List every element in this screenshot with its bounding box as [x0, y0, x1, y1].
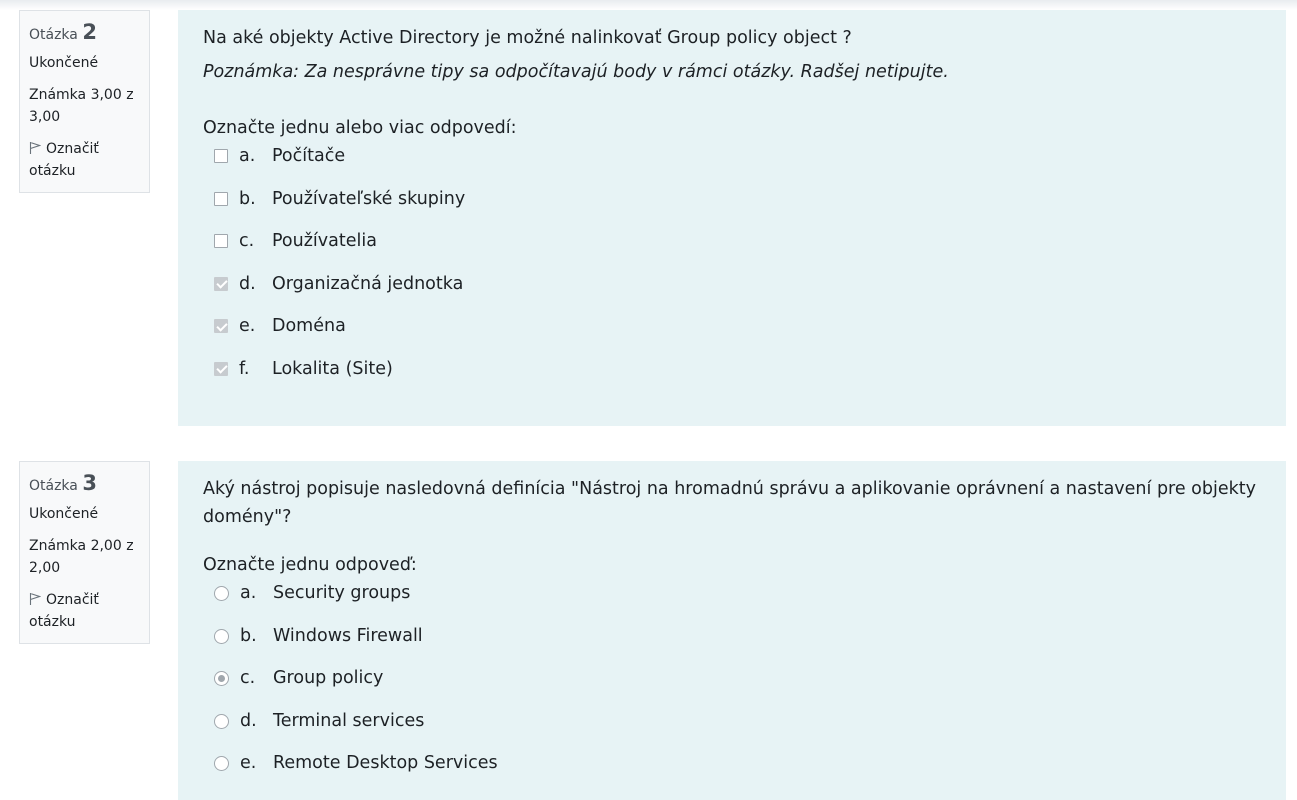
- option-letter: b.: [239, 188, 256, 209]
- option-text: Používatelia: [272, 231, 377, 251]
- question-grade: Známka 3,00 z 3,00: [29, 87, 134, 125]
- question-number: 3: [82, 471, 97, 495]
- option-text: Doména: [272, 316, 346, 336]
- answer-options: a. Security groups b. Windows Firewall c…: [203, 579, 1261, 792]
- question-info: Otázka 2 Ukončené Známka 3,00 z 3,00 Ozn…: [19, 10, 150, 193]
- question-info: Otázka 3 Ukončené Známka 2,00 z 2,00 Ozn…: [19, 461, 150, 644]
- answer-radio-selected[interactable]: [214, 671, 229, 686]
- answer-option-b[interactable]: b. Windows Firewall: [203, 622, 1261, 665]
- answer-checkbox[interactable]: [214, 191, 228, 206]
- answer-radio[interactable]: [214, 713, 229, 729]
- answer-option-f[interactable]: f. Lokalita (Site): [203, 355, 1261, 398]
- option-letter: a.: [240, 583, 257, 603]
- question-text: Na aké objekty Active Directory je možné…: [203, 28, 852, 48]
- question-label: Otázka: [29, 27, 78, 43]
- flag-icon: [29, 140, 42, 154]
- answer-option-c[interactable]: c. Používatelia: [203, 227, 1261, 270]
- option-text: Windows Firewall: [273, 625, 423, 646]
- answer-option-a[interactable]: a. Počítače: [203, 142, 1261, 185]
- page-top-shadow: [0, 0, 1297, 10]
- option-letter: d.: [240, 710, 257, 731]
- answer-option-b[interactable]: b. Používateľské skupiny: [203, 185, 1261, 228]
- option-text: Používateľské skupiny: [272, 188, 466, 209]
- option-letter: c.: [240, 668, 256, 688]
- answer-checkbox-checked[interactable]: [214, 319, 228, 333]
- answer-option-c[interactable]: c. Group policy: [203, 664, 1261, 707]
- flag-question-link[interactable]: Označiť otázku: [29, 138, 140, 182]
- answer-option-d[interactable]: d. Organizačná jednotka: [203, 270, 1261, 313]
- answer-radio[interactable]: [214, 756, 229, 771]
- question-grade: Známka 2,00 z 2,00: [29, 538, 134, 576]
- answer-checkbox-checked[interactable]: [214, 276, 228, 291]
- answer-options: a. Počítače b. Používateľské skupiny c. …: [203, 142, 1261, 397]
- answer-option-a[interactable]: a. Security groups: [203, 579, 1261, 622]
- answer-prompt: Označte jednu alebo viac odpovedí:: [203, 118, 517, 138]
- answer-radio[interactable]: [214, 586, 229, 601]
- option-letter: b.: [240, 625, 257, 646]
- option-letter: c.: [239, 231, 255, 251]
- flag-question-link[interactable]: Označiť otázku: [29, 589, 140, 633]
- option-text: Remote Desktop Services: [273, 753, 498, 773]
- question-number: 2: [82, 20, 97, 44]
- option-letter: a.: [239, 146, 256, 166]
- answer-option-e[interactable]: e. Remote Desktop Services: [203, 749, 1261, 792]
- option-letter: e.: [240, 753, 257, 773]
- question-state: Ukončené: [29, 55, 99, 71]
- option-text: Security groups: [273, 583, 411, 603]
- question-note: Poznámka: Za nesprávne tipy sa odpočítav…: [203, 62, 949, 82]
- option-text: Počítače: [272, 146, 346, 166]
- option-text: Terminal services: [273, 710, 425, 731]
- answer-prompt: Označte jednu odpoveď:: [203, 555, 417, 575]
- option-letter: f.: [239, 358, 250, 379]
- question-state: Ukončené: [29, 506, 99, 522]
- answer-checkbox[interactable]: [214, 149, 228, 163]
- question-text: Aký nástroj popisuje nasledovná definíci…: [203, 479, 1256, 527]
- option-text: Lokalita (Site): [272, 358, 393, 379]
- question-number-line: Otázka 3: [29, 470, 140, 499]
- question-label: Otázka: [29, 478, 78, 494]
- option-letter: d.: [239, 273, 256, 294]
- option-letter: e.: [239, 316, 256, 336]
- question-number-line: Otázka 2: [29, 19, 140, 48]
- answer-radio[interactable]: [214, 628, 229, 644]
- answer-option-e[interactable]: e. Doména: [203, 312, 1261, 355]
- answer-checkbox-checked[interactable]: [214, 361, 228, 376]
- question-content: Na aké objekty Active Directory je možné…: [178, 10, 1286, 426]
- option-text: Group policy: [273, 668, 384, 688]
- option-text: Organizačná jednotka: [272, 273, 464, 294]
- answer-option-d[interactable]: d. Terminal services: [203, 707, 1261, 750]
- answer-checkbox[interactable]: [214, 234, 228, 248]
- flag-icon: [29, 591, 42, 605]
- question-content: Aký nástroj popisuje nasledovná definíci…: [178, 461, 1286, 800]
